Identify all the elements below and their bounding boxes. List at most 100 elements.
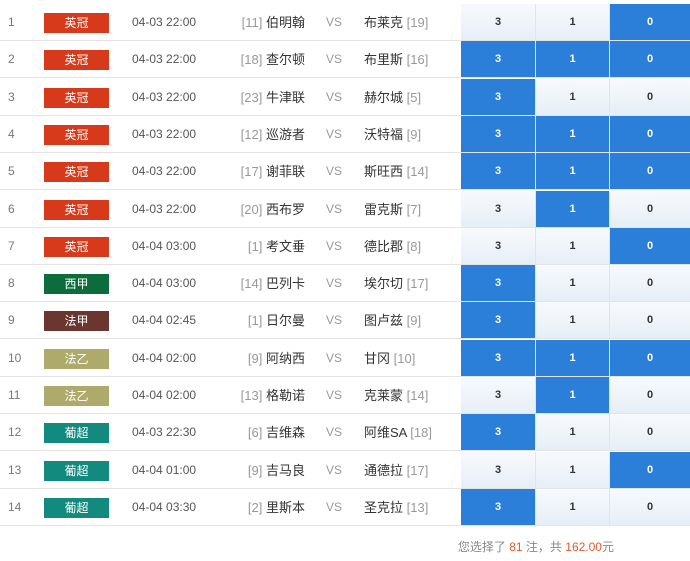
away-team: 斯旺西 [14] (364, 153, 428, 190)
option-win-button[interactable]: 3 (461, 41, 536, 78)
home-team-name: 巴列卡 (265, 276, 305, 292)
option-lose-button[interactable]: 0 (610, 377, 690, 413)
match-number: 10 (8, 350, 22, 365)
option-lose-button[interactable]: 0 (610, 339, 690, 376)
option-lose-button[interactable]: 0 (610, 190, 690, 227)
option-draw-button[interactable]: 1 (536, 115, 610, 152)
away-team-name: 布莱克 (364, 15, 404, 30)
match-row: 10 法乙 04-04 02:00 [9] 阿纳西 VS 甘冈 [10] 3 1 0 (0, 339, 690, 377)
option-lose-button[interactable]: 0 (610, 115, 690, 152)
match-row: 9 法甲 04-04 02:45 [1] 日尔曼 VS 图卢兹 [9] 3 1 0 (0, 302, 690, 340)
away-team: 德比郡 [8] (364, 228, 421, 265)
away-team: 赫尔城 [5] (364, 79, 421, 116)
away-rank: [10] (393, 350, 416, 366)
option-draw-button[interactable]: 1 (536, 377, 610, 413)
option-draw-button[interactable]: 1 (536, 488, 610, 525)
option-win-button[interactable]: 3 (461, 115, 536, 152)
option-draw-button[interactable]: 1 (536, 265, 610, 302)
home-team: [2] 里斯本 (248, 489, 305, 526)
vs-label: VS (326, 164, 343, 179)
option-draw-button[interactable]: 1 (536, 302, 610, 339)
league-badge: 英冠 (44, 13, 109, 33)
option-draw-button[interactable]: 1 (536, 190, 610, 227)
home-team: [23] 牛津联 (241, 79, 305, 116)
home-team-name: 日尔曼 (265, 313, 305, 329)
away-team: 克莱蒙 [14] (364, 377, 428, 414)
home-rank: [6] (247, 425, 263, 441)
option-lose-button[interactable]: 0 (610, 153, 690, 190)
home-rank: [2] (247, 499, 263, 515)
option-win-button[interactable]: 3 (461, 339, 536, 376)
vs-label: VS (326, 126, 343, 141)
option-win-button[interactable]: 3 (461, 4, 536, 40)
option-win-button[interactable]: 3 (461, 451, 536, 488)
option-lose-button[interactable]: 0 (610, 227, 690, 264)
match-number: 1 (8, 15, 15, 29)
home-team: [12] 巡游者 (241, 116, 305, 153)
home-rank: [18] (240, 52, 263, 68)
option-win-button[interactable]: 3 (461, 488, 536, 525)
home-rank: [9] (247, 462, 263, 478)
away-team-name: 沃特福 (364, 126, 404, 142)
option-lose-button[interactable]: 0 (610, 488, 690, 525)
league-badge: 葡超 (44, 460, 109, 481)
away-team-name: 雷克斯 (364, 201, 404, 217)
option-lose-button[interactable]: 0 (610, 4, 690, 40)
away-rank: [9] (406, 313, 422, 329)
league-badge: 葡超 (44, 497, 109, 518)
option-win-button[interactable]: 3 (461, 153, 536, 190)
home-rank: [1] (247, 313, 263, 329)
option-draw-button[interactable]: 1 (536, 78, 610, 115)
match-time: 04-03 22:00 (132, 126, 197, 141)
match-number: 13 (8, 462, 22, 477)
option-win-button[interactable]: 3 (461, 265, 536, 302)
match-row: 7 英冠 04-04 03:00 [1] 考文垂 VS 德比郡 [8] 3 1 0 (0, 227, 690, 265)
home-rank: [17] (240, 164, 263, 180)
home-team: [18] 查尔顿 (241, 41, 305, 78)
away-rank: [17] (406, 462, 429, 478)
option-lose-button[interactable]: 0 (610, 265, 690, 302)
home-rank: [1] (247, 238, 263, 254)
option-win-button[interactable]: 3 (461, 227, 536, 264)
away-team-name: 甘冈 (364, 350, 391, 366)
option-lose-button[interactable]: 0 (610, 41, 690, 78)
match-row: 13 葡超 04-04 01:00 [9] 吉马良 VS 通德拉 [17] 3 1 0 (0, 451, 690, 489)
option-lose-button[interactable]: 0 (610, 302, 690, 339)
match-time: 04-04 02:00 (132, 388, 197, 402)
option-draw-button[interactable]: 1 (536, 414, 610, 451)
home-rank: [14] (240, 276, 263, 292)
match-number: 9 (8, 313, 15, 328)
home-team-name: 谢菲联 (265, 164, 305, 180)
away-rank: [16] (406, 52, 429, 68)
option-win-button[interactable]: 3 (461, 302, 536, 339)
home-team: [1] 考文垂 (248, 228, 305, 265)
option-draw-button[interactable]: 1 (536, 227, 610, 264)
home-team-name: 吉维森 (265, 425, 305, 441)
match-number: 12 (8, 425, 22, 440)
option-win-button[interactable]: 3 (461, 414, 536, 451)
league-badge: 法甲 (44, 311, 109, 332)
option-draw-button[interactable]: 1 (536, 451, 610, 488)
match-time: 04-04 02:45 (132, 313, 197, 328)
away-rank: [8] (406, 238, 422, 254)
option-draw-button[interactable]: 1 (536, 4, 610, 40)
option-draw-button[interactable]: 1 (536, 339, 610, 376)
option-win-button[interactable]: 3 (461, 377, 536, 413)
option-lose-button[interactable]: 0 (610, 451, 690, 488)
selection-summary: 您选择了 81 注，共 162.00元 (458, 538, 614, 555)
home-team-name: 牛津联 (265, 89, 305, 105)
vs-label: VS (326, 350, 343, 365)
option-draw-button[interactable]: 1 (536, 41, 610, 78)
option-win-button[interactable]: 3 (461, 190, 536, 227)
option-lose-button[interactable]: 0 (610, 78, 690, 115)
option-draw-button[interactable]: 1 (536, 153, 610, 190)
match-number: 2 (8, 52, 15, 67)
league-badge: 西甲 (44, 274, 109, 295)
option-lose-button[interactable]: 0 (610, 414, 690, 451)
home-team: [6] 吉维森 (248, 414, 305, 451)
home-team: [9] 吉马良 (248, 452, 305, 489)
away-team: 雷克斯 [7] (364, 191, 421, 228)
option-win-button[interactable]: 3 (461, 78, 536, 115)
away-team-name: 图卢兹 (364, 313, 404, 329)
home-rank: [23] (240, 89, 263, 105)
